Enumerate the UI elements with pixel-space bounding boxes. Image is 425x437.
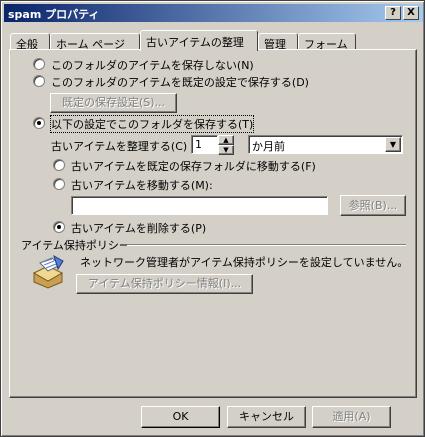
policy-divider [127, 244, 406, 246]
months-value: 1 [195, 138, 202, 151]
period-value: か月前 [252, 140, 285, 153]
tab-forms[interactable]: フォーム [298, 33, 356, 51]
default-archive-label[interactable]: このフォルダのアイテムを既定の設定で保存する(D) [51, 74, 309, 90]
custom-archive-radio[interactable] [33, 117, 45, 129]
months-input[interactable]: 1 [191, 135, 218, 154]
move-default-radio[interactable] [53, 159, 65, 171]
period-dropdown-button[interactable]: ▼ [385, 137, 401, 152]
delete-label[interactable]: 古いアイテムを削除する(P) [71, 220, 206, 236]
help-button[interactable]: ? [385, 6, 401, 20]
tab-administration[interactable]: 管理 [258, 33, 298, 51]
spin-down-icon: ▼ [223, 146, 229, 154]
custom-archive-label[interactable]: 以下の設定でこのフォルダを保存する(T) [49, 115, 255, 133]
properties-dialog: spam プロパティ ? X 全般 ホーム ページ 古いアイテムの整理 管理 フ… [0, 0, 425, 437]
no-archive-label[interactable]: このフォルダのアイテムを保存しない(N) [51, 57, 254, 73]
ok-button[interactable]: OK [141, 406, 220, 428]
tab-bar: 全般 ホーム ページ 古いアイテムの整理 管理 フォーム [10, 30, 420, 51]
spin-up-icon: ▲ [223, 136, 229, 144]
policy-info-button[interactable]: アイテム保持ポリシー情報(I)... [76, 274, 253, 294]
apply-button[interactable]: 適用(A) [312, 406, 391, 428]
chevron-down-icon: ▼ [389, 140, 397, 149]
move-to-label[interactable]: 古いアイテムを移動する(M): [71, 177, 213, 193]
clean-items-label: 古いアイテムを整理する(C) [51, 140, 188, 153]
policy-message: ネットワーク管理者がアイテム保持ポリシーを設定していません。 [80, 256, 409, 269]
default-archive-settings-button[interactable]: 既定の保存設定(S)... [50, 93, 177, 113]
window-title: spam プロパティ [8, 8, 100, 21]
tab-home-page[interactable]: ホーム ページ [50, 33, 140, 51]
close-button[interactable]: X [403, 6, 419, 20]
spin-down-button[interactable]: ▼ [218, 145, 234, 155]
tab-general[interactable]: 全般 [10, 33, 50, 51]
archive-policy-icon [32, 255, 64, 289]
period-select[interactable]: か月前 ▼ [248, 135, 403, 154]
tab-autoarchive[interactable]: 古いアイテムの整理 [140, 30, 258, 51]
policy-heading: アイテム保持ポリシー [21, 239, 130, 252]
browse-button[interactable]: 参照(B)... [340, 195, 406, 216]
spin-up-button[interactable]: ▲ [218, 135, 234, 145]
move-default-label[interactable]: 古いアイテムを既定の保存フォルダに移動する(F) [71, 158, 316, 174]
title-bar: spam プロパティ ? X [4, 4, 423, 22]
autoarchive-panel: このフォルダのアイテムを保存しない(N) このフォルダのアイテムを既定の設定で保… [9, 49, 417, 398]
move-path-input[interactable] [71, 196, 328, 215]
no-archive-radio[interactable] [33, 58, 45, 70]
move-to-radio[interactable] [53, 178, 65, 190]
default-archive-radio[interactable] [33, 75, 45, 87]
delete-radio[interactable] [53, 221, 65, 233]
cancel-button[interactable]: キャンセル [227, 406, 306, 428]
